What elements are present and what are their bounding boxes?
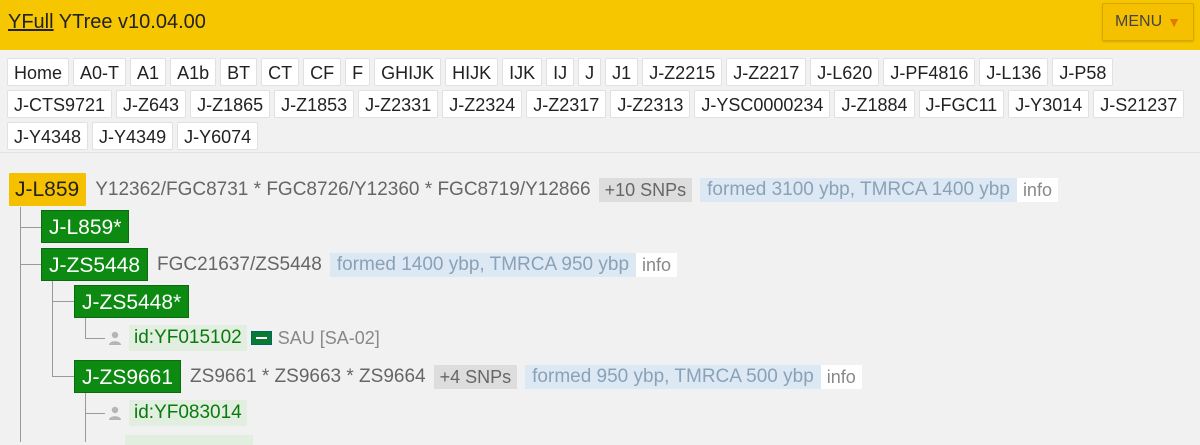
- tree-connector: [85, 413, 105, 414]
- tab-j-pf4816[interactable]: J-PF4816: [883, 58, 976, 86]
- tab-ghijk[interactable]: GHIJK: [374, 58, 442, 86]
- tab-cf[interactable]: CF: [303, 58, 342, 86]
- node-snps: FGC21637/ZS5448: [157, 253, 322, 275]
- tree-connector: [85, 338, 105, 339]
- tree-connector: [52, 376, 75, 377]
- tree-row-zs5448-star: J-ZS5448*: [74, 285, 190, 318]
- tree-row-root: J-L859 Y12362/FGC8731 * FGC8726/Y12360 *…: [9, 173, 1058, 206]
- site-title: YFull YTree v10.04.00: [8, 11, 206, 34]
- tab-a1b[interactable]: A1b: [170, 58, 217, 86]
- tab-j-y4348[interactable]: J-Y4348: [7, 122, 89, 150]
- saudi-flag-icon: [250, 331, 272, 345]
- tab-ct[interactable]: CT: [261, 58, 300, 86]
- tree-connector: [85, 318, 86, 338]
- divider: [0, 152, 1200, 153]
- node-j-l859[interactable]: J-L859: [9, 173, 87, 206]
- tab-j-z2313[interactable]: J-Z2313: [610, 90, 691, 118]
- tree-connector: [20, 264, 42, 265]
- tab-a0-t[interactable]: A0-T: [73, 58, 127, 86]
- person-icon: [109, 406, 121, 420]
- node-j-l859-star[interactable]: J-L859*: [41, 210, 130, 243]
- tab-ijk[interactable]: IJK: [502, 58, 543, 86]
- tab-j-cts9721[interactable]: J-CTS9721: [7, 90, 113, 118]
- tab-j-y3014[interactable]: J-Y3014: [1008, 90, 1090, 118]
- tab-j-p58[interactable]: J-P58: [1052, 58, 1114, 86]
- tab-home[interactable]: Home: [7, 58, 70, 86]
- extra-snps-badge[interactable]: +4 SNPs: [433, 364, 518, 389]
- menu-button[interactable]: MENU ▼: [1102, 3, 1194, 41]
- tab-j-z2331[interactable]: J-Z2331: [358, 90, 439, 118]
- tab-j-z643[interactable]: J-Z643: [116, 90, 187, 118]
- tab-j-z1853[interactable]: J-Z1853: [274, 90, 355, 118]
- person-icon: [109, 331, 121, 345]
- tab-j[interactable]: J: [578, 58, 602, 86]
- info-link[interactable]: info: [820, 364, 862, 389]
- tab-ij[interactable]: IJ: [546, 58, 575, 86]
- tab-j-s21237[interactable]: J-S21237: [1093, 90, 1185, 118]
- formed-tmrca-label: formed 1400 ybp, TMRCA 950 ybp: [329, 252, 637, 277]
- tab-j-l136[interactable]: J-L136: [979, 58, 1049, 86]
- triangle-down-icon: ▼: [1167, 14, 1181, 30]
- formed-tmrca-label: formed 950 ybp, TMRCA 500 ybp: [525, 364, 821, 389]
- tab-j-z2324[interactable]: J-Z2324: [442, 90, 523, 118]
- extra-snps-badge[interactable]: +10 SNPs: [598, 177, 693, 202]
- formed-tmrca-label: formed 3100 ybp, TMRCA 1400 ybp: [700, 177, 1017, 202]
- tree-connector: [20, 227, 42, 228]
- kit-id[interactable]: id:YF015102: [129, 325, 247, 351]
- tab-j-z1884[interactable]: J-Z1884: [834, 90, 915, 118]
- tree-connector: [85, 393, 86, 442]
- node-j-zs5448[interactable]: J-ZS5448: [41, 248, 149, 281]
- top-header: YFull YTree v10.04.00 MENU ▼: [0, 0, 1200, 50]
- clade-breadcrumb-tabs: Home A0-T A1 A1b BT CT CF F GHIJK HIJK IJK IJ J J1 J-Z…: [5, 56, 1195, 152]
- ytree-version: YTree v10.04.00: [58, 11, 206, 33]
- tab-bt[interactable]: BT: [220, 58, 258, 86]
- tab-j-l620[interactable]: J-L620: [810, 58, 880, 86]
- tree-row-l859-star: J-L859*: [41, 210, 130, 243]
- tab-j-z2217[interactable]: J-Z2217: [726, 58, 807, 86]
- node-snps: Y12362/FGC8731 * FGC8726/Y12360 * FGC871…: [95, 178, 591, 200]
- tree-connector: [52, 301, 75, 302]
- tab-a1[interactable]: A1: [130, 58, 167, 86]
- kit-id[interactable]: id:YF083014: [129, 400, 247, 426]
- kit-id-cutoff[interactable]: [125, 435, 253, 445]
- tree-connector: [52, 281, 53, 377]
- tab-j-y6074[interactable]: J-Y6074: [177, 122, 259, 150]
- info-link[interactable]: info: [1016, 177, 1058, 202]
- tab-j-z1865[interactable]: J-Z1865: [190, 90, 271, 118]
- node-j-zs5448-star[interactable]: J-ZS5448*: [74, 285, 190, 318]
- info-link[interactable]: info: [636, 252, 678, 277]
- tab-j1[interactable]: J1: [605, 58, 639, 86]
- tab-j-z2317[interactable]: J-Z2317: [526, 90, 607, 118]
- menu-label: MENU: [1115, 13, 1163, 30]
- tab-j-ysc0000234[interactable]: J-YSC0000234: [694, 90, 831, 118]
- tab-j-y4349[interactable]: J-Y4349: [92, 122, 174, 150]
- yfull-home-link[interactable]: YFull: [8, 11, 54, 33]
- node-j-zs9661[interactable]: J-ZS9661: [74, 360, 182, 393]
- tree-row-next-kit: [125, 435, 253, 445]
- country-code: SAU [SA-02]: [277, 327, 380, 348]
- tree-row-zs5448: J-ZS5448 FGC21637/ZS5448 formed 1400 ybp…: [41, 248, 678, 281]
- tab-f[interactable]: F: [345, 58, 371, 86]
- tree-row-kit-yf015102: id:YF015102 SAU [SA-02]: [107, 325, 380, 351]
- tree-row-zs9661: J-ZS9661 ZS9661 * ZS9663 * ZS9664 +4 SNP…: [74, 360, 862, 393]
- tab-hijk[interactable]: HIJK: [445, 58, 499, 86]
- tree-connector: [20, 207, 21, 442]
- tab-j-fgc11[interactable]: J-FGC11: [918, 90, 1005, 118]
- node-snps: ZS9661 * ZS9663 * ZS9664: [190, 365, 426, 387]
- tab-j-z2215[interactable]: J-Z2215: [642, 58, 723, 86]
- tree-row-kit-yf083014: id:YF083014: [107, 400, 247, 426]
